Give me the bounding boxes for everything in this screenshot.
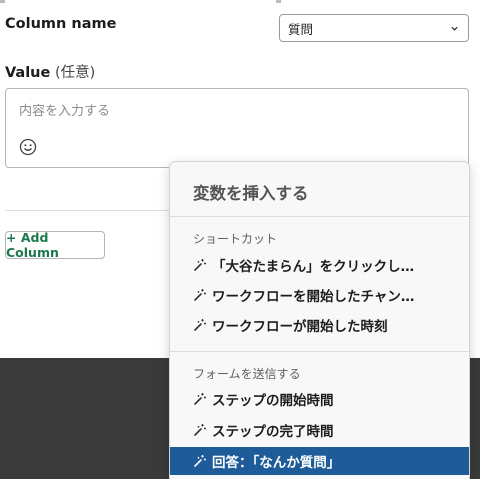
magic-wand-icon [194, 455, 206, 467]
menu-item-label: 回答：「なんか質問」 [212, 455, 341, 471]
value-optional-hint: (任意) [54, 65, 96, 81]
value-textarea[interactable]: 内容を入力する [5, 88, 469, 168]
menu-item-label: ステップの開始時間 [212, 393, 334, 409]
menu-item-label: ワークフローを開始したチャン… [212, 289, 415, 305]
section-divider [5, 210, 180, 211]
smiley-icon[interactable] [19, 138, 37, 156]
menu-title: 変数を挿入する [193, 184, 309, 203]
menu-item-variable[interactable]: ステップの完了時間 [170, 416, 469, 444]
column-name-select-value: 質問 [288, 21, 314, 37]
chevron-down-icon [451, 26, 458, 31]
menu-item-variable[interactable]: 「大谷たまらん」をクリックし… [170, 251, 469, 279]
top-edge-fragment-2 [276, 0, 281, 3]
magic-wand-icon [194, 289, 206, 301]
insert-variable-menu: 変数を挿入する ショートカット 「大谷たまらん」をクリックし… ワークフローを開… [169, 161, 470, 479]
value-placeholder: 内容を入力する [19, 104, 111, 119]
menu-divider [170, 216, 469, 217]
magic-wand-icon [194, 393, 206, 405]
menu-item-variable[interactable]: ステップの開始時間 [170, 385, 469, 413]
column-name-select[interactable]: 質問 [279, 14, 469, 42]
magic-wand-icon [194, 319, 206, 331]
menu-item-variable[interactable]: ワークフローを開始したチャン… [170, 281, 469, 309]
menu-item-label: ワークフローが開始した時刻 [212, 319, 388, 335]
menu-item-label: 「大谷たまらん」をクリックし… [212, 259, 415, 275]
value-label-text: Value [5, 65, 51, 81]
magic-wand-icon [194, 424, 206, 436]
menu-item-variable[interactable]: ワークフローが開始した時刻 [170, 311, 469, 339]
top-edge-fragment [0, 0, 5, 3]
menu-divider [170, 351, 469, 352]
add-column-button[interactable]: + Add Column [5, 230, 105, 260]
column-name-label: Column name [5, 16, 117, 32]
magic-wand-icon [194, 259, 206, 271]
value-label: Value (任意) [5, 61, 95, 82]
section-heading-shortcut: ショートカット [193, 232, 278, 246]
menu-item-label: ステップの完了時間 [212, 424, 334, 440]
section-heading-form: フォームを送信する [193, 367, 301, 381]
menu-item-variable-selected[interactable]: 回答：「なんか質問」 [170, 447, 469, 475]
